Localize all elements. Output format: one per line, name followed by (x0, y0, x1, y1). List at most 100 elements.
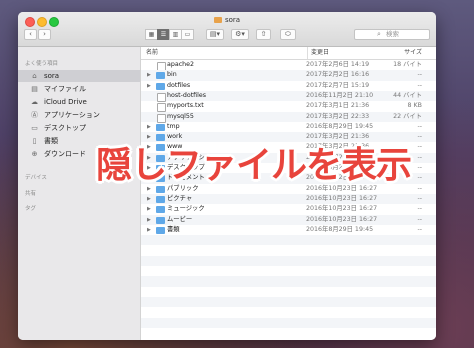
disclosure-triangle-icon[interactable]: ▶ (147, 194, 151, 204)
file-name: apache2 (167, 61, 195, 68)
forward-button[interactable]: › (38, 29, 51, 40)
disclosure-triangle-icon[interactable]: ▶ (147, 70, 151, 80)
empty-row (141, 287, 436, 297)
sidebar-item-all-files[interactable]: ▤ マイファイル (18, 83, 140, 95)
file-name: ピクチャ (167, 194, 193, 202)
folder-icon (156, 123, 165, 131)
search-icon: ⌕ (377, 30, 381, 38)
file-date: 2016年11月2日 21:10 (306, 91, 374, 99)
folder-icon (156, 72, 165, 80)
chevron-right-icon: › (43, 30, 46, 38)
sidebar-header-shared: 共有 (25, 191, 37, 197)
disclosure-triangle-icon[interactable]: ▶ (147, 204, 151, 214)
empty-row (141, 328, 436, 338)
file-row[interactable]: apache2 2017年2月6日 14:19 18 バイト (141, 60, 436, 71)
back-button[interactable]: ‹ (24, 29, 37, 40)
action-button[interactable]: ⚙▾ (231, 29, 249, 40)
download-icon: ⊕ (31, 150, 38, 158)
column-header-size[interactable]: サイズ (404, 47, 422, 59)
file-size: -- (417, 164, 422, 171)
file-row[interactable]: mysql55 2017年3月2日 22:33 22 バイト (141, 111, 436, 123)
empty-row (141, 235, 436, 246)
file-name: tmp (167, 122, 180, 130)
sidebar-item-desktop[interactable]: ▭ デスクトップ (18, 122, 140, 134)
file-size: -- (417, 122, 422, 130)
file-row[interactable]: host-dotfiles 2016年11月2日 21:10 44 バイト (141, 90, 436, 102)
file-date: 2017年2月7日 15:19 (306, 81, 370, 89)
overlay-caption: 隠しファイルを表示 (96, 145, 412, 186)
titlebar: sora ‹ › ▦ ☰ ▥ ▭ ▤▾ ⚙▾ ⇧ ⬭ ⌕ 検索 (18, 12, 436, 47)
sidebar-header-tags: タグ (25, 206, 37, 212)
file-size: -- (417, 215, 422, 223)
arrange-button[interactable]: ▤▾ (206, 29, 224, 40)
sidebar-item-label: iCloud Drive (44, 98, 87, 106)
file-size: 18 バイト (393, 61, 422, 68)
column-header-name[interactable]: 名前 (146, 47, 158, 59)
file-size: 22 バイト (393, 112, 422, 120)
sidebar-item-applications[interactable]: Ⓐ アプリケーション (18, 109, 140, 121)
share-icon: ⇧ (260, 30, 267, 38)
file-size: -- (417, 143, 422, 151)
cloud-icon: ☁ (31, 98, 38, 106)
file-row[interactable]: ▶ ピクチャ 2016年10月23日 16:27 -- (141, 193, 436, 205)
file-date: 2016年10月23日 16:27 (306, 194, 378, 202)
file-row[interactable]: ▶ ミュージック 2016年10月23日 16:27 -- (141, 204, 436, 214)
disclosure-triangle-icon[interactable]: ▶ (147, 225, 151, 235)
file-row[interactable]: ▶ dotfiles 2017年2月7日 15:19 -- (141, 81, 436, 91)
sidebar-item-home[interactable]: ⌂ sora (18, 70, 140, 82)
gallery-view-button[interactable]: ▭ (181, 29, 194, 40)
folder-icon (156, 216, 165, 224)
file-name: myports.txt (167, 102, 204, 110)
file-name: ムービー (167, 215, 193, 223)
sidebar-item-label: 書類 (44, 137, 58, 145)
file-date: 2016年8月29日 19:45 (306, 225, 374, 233)
empty-row (141, 266, 436, 276)
disclosure-triangle-icon[interactable]: ▶ (147, 81, 151, 91)
file-size: -- (417, 184, 422, 192)
view-mode-control: ▦ ☰ ▥ ▭ (145, 29, 194, 40)
file-size: -- (417, 194, 422, 202)
folder-icon (156, 195, 165, 203)
file-size: -- (417, 71, 422, 79)
sidebar-item-label: アプリケーション (44, 111, 100, 119)
sidebar-item-label: マイファイル (44, 85, 86, 93)
file-size: -- (417, 225, 422, 233)
file-name: bin (167, 71, 177, 79)
search-field[interactable]: ⌕ 検索 (354, 29, 430, 40)
file-date: 2016年10月23日 16:27 (306, 205, 378, 213)
file-name: 書類 (167, 225, 180, 233)
file-date: 2016年10月23日 16:27 (306, 215, 378, 223)
folder-icon (156, 226, 165, 234)
empty-row (141, 276, 436, 287)
disclosure-triangle-icon[interactable]: ▶ (147, 215, 151, 225)
file-size: -- (417, 81, 422, 89)
column-header-date[interactable]: 変更日 (307, 47, 329, 59)
empty-row (141, 296, 436, 308)
sidebar-item-label: デスクトップ (44, 124, 86, 132)
file-name: mysql55 (167, 112, 194, 120)
file-size: 8 KB (407, 102, 422, 110)
sidebar-item-icloud[interactable]: ☁ iCloud Drive (18, 96, 140, 108)
desktop-icon: ▭ (31, 124, 38, 132)
tags-button[interactable]: ⬭ (280, 29, 296, 40)
sidebar-header-favorites: よく使う項目 (25, 61, 59, 67)
group-icon: ▤▾ (209, 30, 221, 38)
sidebar-item-label: ダウンロード (44, 150, 86, 158)
file-name: dotfiles (167, 81, 191, 89)
empty-row (141, 307, 436, 317)
file-name: host-dotfiles (167, 91, 207, 99)
file-row[interactable]: ▶ ムービー 2016年10月23日 16:27 -- (141, 214, 436, 225)
disclosure-triangle-icon[interactable]: ▶ (147, 122, 151, 132)
file-date: 2017年3月2日 22:33 (306, 112, 370, 120)
sidebar-item-label: sora (44, 72, 60, 80)
share-button[interactable]: ⇧ (256, 29, 271, 40)
file-row[interactable]: myports.txt 2017年3月1日 21:36 8 KB (141, 101, 436, 113)
home-icon: ⌂ (32, 72, 37, 80)
file-row[interactable]: ▶ bin 2017年2月2日 16:16 -- (141, 70, 436, 81)
file-row[interactable]: ▶ 書類 2016年8月29日 19:45 -- (141, 225, 436, 235)
file-date: 2017年2月2日 16:16 (306, 71, 370, 79)
chevron-left-icon: ‹ (29, 30, 32, 38)
file-date: 2016年8月29日 19:45 (306, 122, 374, 130)
file-row[interactable]: ▶ tmp 2016年8月29日 19:45 -- (141, 122, 436, 132)
folder-icon (156, 206, 165, 214)
